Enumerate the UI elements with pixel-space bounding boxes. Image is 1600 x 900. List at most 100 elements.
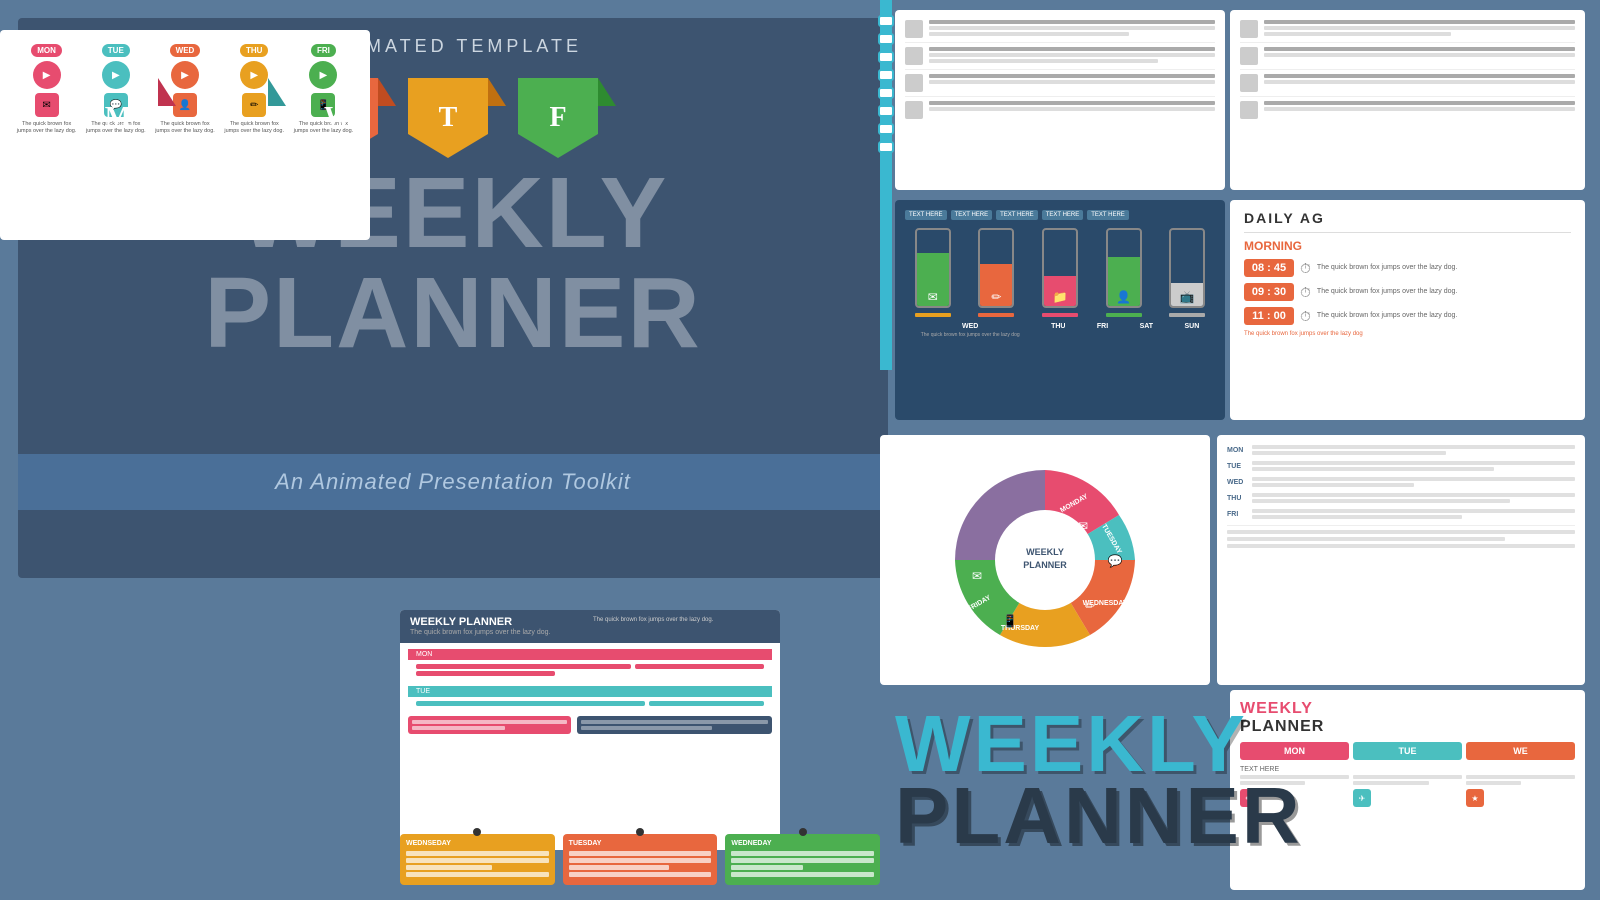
tr1-row-3 xyxy=(905,74,1215,92)
tr2-row-3 xyxy=(1240,74,1575,92)
tr1-lines-2 xyxy=(929,47,1215,65)
day-tab-thu: T xyxy=(408,78,488,158)
slide-battery: TEXT HERE TEXT HERE TEXT HERE TEXT HERE … xyxy=(895,200,1225,420)
tw-day-tue-label: TUE xyxy=(1227,463,1249,470)
br-icon-star: ★ xyxy=(1466,789,1484,807)
battery-day-labels: WED The quick brown fox jumps over the l… xyxy=(905,323,1215,338)
notes-header-title: WEEKLY PLANNER xyxy=(410,616,587,628)
tw-thu-line-2 xyxy=(1252,499,1510,503)
tw-lines-mon xyxy=(1252,445,1575,455)
blue-banner-text: An Animated Presentation Toolkit xyxy=(275,469,631,495)
tw-lines-wed xyxy=(1252,477,1575,487)
notes-sub-pink xyxy=(408,716,571,734)
slide-circle-planner: WEEKLY PLANNER MONDAY TUESDAY WEDNESDAY … xyxy=(880,435,1210,685)
sticky-line-1c xyxy=(406,865,492,870)
br-col-3: ★ xyxy=(1466,775,1575,807)
sticky-notes-row: WEDNSEDAY TUESDAY WEDNEDAY xyxy=(400,834,880,885)
tr2-line-3b xyxy=(1264,80,1575,84)
sticky-pin-2 xyxy=(636,828,644,836)
agenda-time-row-2: 09 : 30 ⏱ The quick brown fox jumps over… xyxy=(1244,283,1571,301)
battery-1: ✉ xyxy=(915,228,951,308)
tw-row-thu: THU xyxy=(1227,493,1575,503)
clock-icon-1: ⏱ xyxy=(1300,260,1311,277)
br-icon-row-2: ✈ xyxy=(1353,789,1462,807)
br-icon-plane: ✈ xyxy=(1353,789,1371,807)
wd-badge-fri: FRI xyxy=(311,44,336,57)
tr1-row-4 xyxy=(905,101,1215,119)
br-day-tue: TUE xyxy=(1353,742,1462,760)
battery-day-fri: FRI xyxy=(1097,323,1108,338)
wd-icon-wed: 👤 xyxy=(173,93,197,117)
tr1-line-4a xyxy=(929,101,1215,105)
br-col-2-line-1 xyxy=(1353,775,1462,779)
battery-label-bar-4 xyxy=(1106,313,1142,317)
battery-tag-5: TEXT HERE xyxy=(1087,210,1129,220)
battery-day-sun: SUN xyxy=(1185,323,1200,338)
agenda-footer-text: The quick brown fox jumps over the lazy … xyxy=(1244,331,1571,337)
tr2-divider-2 xyxy=(1240,69,1575,70)
sticky-pin-3 xyxy=(799,828,807,836)
notes-header-left: WEEKLY PLANNER The quick brown fox jumps… xyxy=(410,616,587,637)
battery-tip-1 xyxy=(926,228,940,230)
battery-col-4: 👤 xyxy=(1106,228,1142,317)
br-col-3-line-2 xyxy=(1466,781,1521,785)
sticky-line-2c xyxy=(569,865,669,870)
tw-row-wed: WED xyxy=(1227,477,1575,487)
tr2-square-3 xyxy=(1240,74,1258,92)
sticky-title-wed2: WEDNEDAY xyxy=(731,840,874,847)
battery-icon-1: ✉ xyxy=(917,290,949,304)
tr1-lines-1 xyxy=(929,20,1215,38)
tw-row-fri: FRI xyxy=(1227,509,1575,519)
battery-tip-4 xyxy=(1117,228,1131,230)
tr1-row-2 xyxy=(905,47,1215,65)
battery-fill-5: 📺 xyxy=(1171,283,1203,306)
battery-tip-3 xyxy=(1053,228,1067,230)
notes-mon-content xyxy=(408,660,772,682)
tw-wed-line-2 xyxy=(1252,483,1414,487)
notes-sub-row xyxy=(408,716,772,734)
notes-sub-blue xyxy=(577,716,772,734)
agenda-time-text-1: The quick brown fox jumps over the lazy … xyxy=(1317,263,1571,272)
tr2-line-4b xyxy=(1264,107,1575,111)
sticky-line-3d xyxy=(731,872,874,877)
battery-icon-5: 📺 xyxy=(1171,290,1203,304)
sticky-title-tue: TUESDAY xyxy=(569,840,712,847)
day-tab-fri: F xyxy=(518,78,598,158)
tr2-line-2a xyxy=(1264,47,1575,51)
battery-tag-3: TEXT HERE xyxy=(996,210,1038,220)
circle-icon-tue: 💬 xyxy=(1108,554,1123,568)
daily-agenda-title: DAILY AG xyxy=(1244,210,1571,226)
circle-icon-thu: 📱 xyxy=(1003,614,1018,628)
tr1-line-4b xyxy=(929,107,1215,111)
sticky-note-tue: TUESDAY xyxy=(563,834,718,885)
notes-line-3 xyxy=(416,671,555,676)
circle-icon-mon: ✉ xyxy=(1078,519,1088,533)
tw-day-wed-label: WED xyxy=(1227,479,1249,486)
day-tab-wed-corner xyxy=(378,78,396,106)
circle-center-text1: WEEKLY xyxy=(1026,547,1064,557)
tw-extra-line-2 xyxy=(1227,537,1505,541)
tw-day-fri-label: FRI xyxy=(1227,511,1249,518)
scroll-ring-7 xyxy=(878,123,894,135)
wd-play-tue: ▶ xyxy=(102,61,130,89)
notes-body: MON TUE xyxy=(400,643,780,740)
wd-icon-mon: ✉ xyxy=(35,93,59,117)
tw-lines-fri xyxy=(1252,509,1575,519)
sticky-line-2a xyxy=(569,851,712,856)
tr1-square-1 xyxy=(905,20,923,38)
battery-5: 📺 xyxy=(1169,228,1205,308)
wd-col-mon: MON ▶ ✉ The quick brown fox jumps over t… xyxy=(14,44,79,135)
tr2-row-4 xyxy=(1240,101,1575,119)
tr1-row-1 xyxy=(905,20,1215,38)
br-col-2-line-2 xyxy=(1353,781,1429,785)
bottom-center-area: WEEKLY PLANNER The quick brown fox jumps… xyxy=(400,590,880,885)
tr1-square-2 xyxy=(905,47,923,65)
battery-label-bar-3 xyxy=(1042,313,1078,317)
slide-text-weeks: MON TUE WED THU FRI xyxy=(1217,435,1585,685)
wd-play-fri: ▶ xyxy=(309,61,337,89)
notes-sub-blue-line-1 xyxy=(581,720,768,724)
tr1-square-4 xyxy=(905,101,923,119)
battery-4: 👤 xyxy=(1106,228,1142,308)
battery-col-3: 📁 xyxy=(1042,228,1078,317)
tw-tue-line-2 xyxy=(1252,467,1494,471)
